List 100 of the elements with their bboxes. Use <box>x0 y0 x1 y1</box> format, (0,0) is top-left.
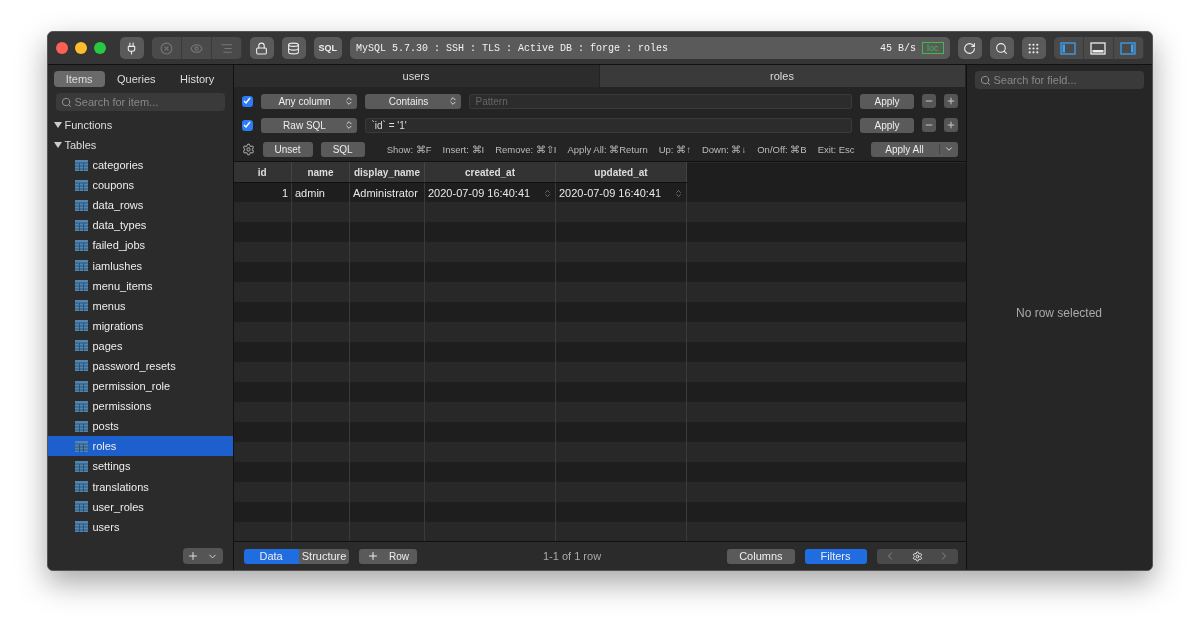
remove-filter-button[interactable] <box>921 94 936 108</box>
zoom-button[interactable] <box>93 42 106 54</box>
refresh-button[interactable] <box>957 37 982 59</box>
column-select[interactable]: Raw SQL <box>260 117 357 133</box>
row-count: 1-1 of 1 row <box>542 550 603 562</box>
table-icon <box>74 460 88 472</box>
column-header[interactable]: created_at <box>424 162 556 183</box>
apply-button[interactable]: Apply <box>860 93 914 109</box>
grid-icon <box>1027 41 1040 55</box>
table-item[interactable]: password_resets <box>47 355 233 377</box>
empty-message: No row selected <box>1015 305 1102 320</box>
table-icon <box>74 400 88 412</box>
filter-input[interactable]: `id` = '1' <box>364 117 853 133</box>
filter-input[interactable]: Pattern <box>468 93 853 109</box>
table-item[interactable]: coupons <box>47 175 233 196</box>
sidebar-tab[interactable]: Queries <box>105 71 168 87</box>
table-item[interactable]: translations <box>47 476 233 497</box>
table-item[interactable]: migrations <box>47 315 233 336</box>
table-item[interactable]: categories <box>47 155 233 176</box>
search-icon <box>995 41 1008 55</box>
shortcut-hint: Down: ⌘↓ <box>701 143 747 155</box>
table-icon <box>74 179 88 191</box>
search-button[interactable] <box>989 37 1014 59</box>
minimize-button[interactable] <box>74 42 87 54</box>
table-icon <box>74 260 88 271</box>
table-cell: admin <box>291 182 350 203</box>
table-icon <box>74 501 88 513</box>
content-tab[interactable]: roles <box>599 65 966 87</box>
table-item[interactable]: roles <box>47 436 233 457</box>
table-icon <box>74 239 88 251</box>
table-item[interactable]: failed_jobs <box>47 235 233 256</box>
plus-icon <box>367 550 380 562</box>
refresh-icon <box>963 41 976 55</box>
column-header[interactable]: updated_at <box>555 162 687 183</box>
table-item[interactable]: posts <box>47 416 233 437</box>
lines-icon <box>219 41 233 55</box>
table-cell: Administrator <box>349 182 425 203</box>
search-field[interactable]: Search for item... <box>55 93 225 111</box>
table-item[interactable]: menu_items <box>47 275 233 296</box>
view-tab[interactable]: Data <box>243 548 299 564</box>
field-search[interactable]: Search for field... <box>974 71 1144 89</box>
add-filter-button[interactable] <box>943 94 958 108</box>
search-icon <box>979 74 991 86</box>
lock-button[interactable] <box>249 37 274 59</box>
table-cell: 1 <box>233 182 292 203</box>
table-item[interactable]: iamlushes <box>47 255 233 276</box>
table-icon <box>74 159 88 171</box>
content-tab[interactable]: users <box>233 65 600 87</box>
column-header[interactable]: id <box>233 162 292 183</box>
column-select[interactable]: Any column <box>260 93 357 109</box>
grid-button[interactable] <box>1021 37 1046 59</box>
table-item[interactable]: user_roles <box>47 496 233 517</box>
stepper-icon <box>543 188 552 198</box>
column-header[interactable]: display_name <box>349 162 425 183</box>
table-item[interactable]: pages <box>47 335 233 356</box>
table-item[interactable]: users <box>47 516 233 537</box>
filter-checkbox[interactable] <box>241 119 253 131</box>
connection-button[interactable] <box>119 37 144 59</box>
table-icon <box>74 360 88 372</box>
add-row-button[interactable]: Row <box>359 548 417 564</box>
database-button[interactable] <box>281 37 306 59</box>
gear-icon <box>911 550 923 562</box>
table-cell: 2020-07-09 16:40:41 <box>555 182 687 203</box>
table-icon <box>74 219 88 231</box>
tree-group[interactable]: Functions <box>47 115 233 135</box>
eye-icon <box>189 41 203 55</box>
filter-action-button[interactable]: SQL <box>320 141 365 157</box>
table-icon <box>74 320 88 332</box>
table-icon <box>74 380 88 392</box>
table-item[interactable]: data_rows <box>47 195 233 216</box>
apply-all-button[interactable]: Apply All <box>870 141 958 157</box>
shortcut-hint: Apply All: ⌘Return <box>567 143 648 155</box>
view-tab[interactable]: Structure <box>298 548 350 564</box>
table-item[interactable]: menus <box>47 295 233 316</box>
loc-badge: loc <box>922 42 944 54</box>
table-icon <box>74 481 88 493</box>
operator-select[interactable]: Contains <box>364 93 461 109</box>
add-menu-button[interactable] <box>182 548 223 564</box>
settings-icon[interactable] <box>241 142 255 156</box>
sidebar-tab[interactable]: History <box>168 71 227 87</box>
shortcut-hint: Insert: ⌘I <box>442 143 485 155</box>
columns-button[interactable]: Columns <box>727 548 795 564</box>
table-icon <box>74 521 88 533</box>
filter-action-button[interactable]: Unset <box>262 141 313 157</box>
table-item[interactable]: permission_role <box>47 376 233 397</box>
filter-checkbox[interactable] <box>241 95 253 107</box>
table-item[interactable]: permissions <box>47 396 233 417</box>
plug-icon <box>125 41 138 55</box>
add-filter-button[interactable] <box>943 118 958 132</box>
remove-filter-button[interactable] <box>921 118 936 132</box>
table-item[interactable]: settings <box>47 456 233 477</box>
sidebar-tab[interactable]: Items <box>53 71 105 87</box>
close-button[interactable] <box>55 42 68 54</box>
apply-button[interactable]: Apply <box>860 117 914 133</box>
table-item[interactable]: data_types <box>47 215 233 236</box>
sql-button[interactable]: SQL <box>313 37 342 59</box>
tree-group[interactable]: Tables <box>47 135 233 155</box>
filters-button[interactable]: Filters <box>804 548 867 564</box>
stepper-icon <box>674 188 683 198</box>
column-header[interactable]: name <box>291 162 350 183</box>
